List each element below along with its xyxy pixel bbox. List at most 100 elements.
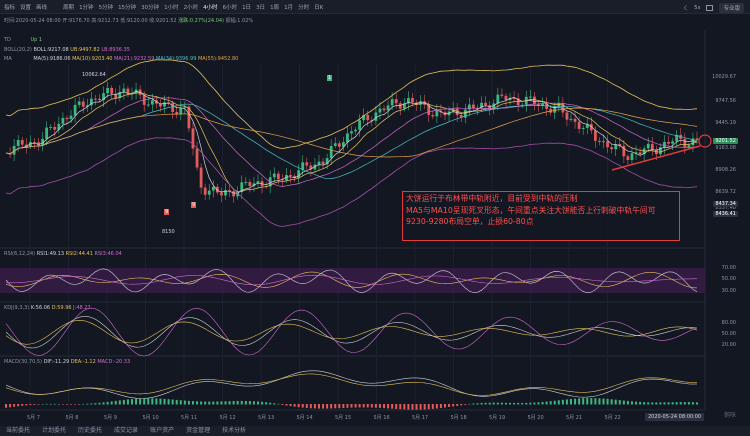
candle-body	[598, 140, 601, 142]
macd-histogram-bar	[269, 402, 272, 405]
macd-histogram-bar	[49, 403, 52, 405]
macd-histogram-bar	[65, 404, 68, 405]
macd-histogram-bar	[492, 402, 495, 405]
candle-body	[602, 141, 605, 143]
rsi-axis-50: 50.00	[721, 276, 736, 282]
macd-histogram-bar	[448, 404, 451, 407]
rsi-label[interactable]: RSI(6,12,24)	[4, 251, 35, 257]
macd-histogram-bar	[598, 398, 601, 405]
bottom-tab-3[interactable]: 成交记录	[114, 426, 138, 436]
macd-histogram-bar	[472, 403, 475, 405]
macd-info-row: MACD(30,70,5) DIF:-11.29 DEA:-1.12 MACD:…	[4, 359, 130, 365]
macd-histogram-bar	[187, 400, 190, 405]
macd-histogram-bar	[419, 404, 422, 410]
candle-body	[146, 104, 150, 106]
macd-dif-value: DIF:-11.29	[43, 359, 70, 365]
price-axis-label: 9163.08	[715, 145, 736, 151]
macd-histogram-bar	[208, 401, 211, 405]
macd-histogram-bar	[29, 404, 32, 406]
bottom-tab-2[interactable]: 历史委托	[78, 426, 102, 436]
macd-dea-value: DEA:-1.12	[70, 359, 96, 365]
td-low-marker-2: 9	[191, 202, 197, 208]
macd-histogram-bar	[683, 402, 686, 405]
candle-body	[472, 104, 475, 109]
candle-body	[687, 145, 691, 148]
macd-histogram-bar	[378, 404, 381, 408]
macd-histogram-bar	[439, 404, 442, 409]
bottom-tab-5[interactable]: 资金管理	[186, 426, 210, 436]
macd-histogram-bar	[159, 398, 162, 405]
macd-histogram-bar	[691, 402, 694, 405]
kdj-label[interactable]: KDJ(9,3,3)	[4, 305, 29, 311]
bottom-tab-1[interactable]: 计划委托	[42, 426, 66, 436]
kdj-info-row: KDJ(9,3,3) K:56.06 D:59.96 J:48.27	[4, 305, 91, 311]
macd-histogram-bar	[196, 401, 199, 405]
macd-histogram-bar	[277, 403, 280, 405]
macd-histogram-bar	[322, 404, 325, 409]
macd-histogram-bar	[90, 403, 93, 405]
macd-histogram-bar	[74, 404, 77, 405]
macd-histogram-bar	[557, 400, 560, 405]
candle-body	[98, 98, 101, 101]
macd-histogram-bar	[143, 398, 146, 405]
macd-macd-value: MACD:-20.33	[97, 359, 131, 365]
macd-histogram-bar	[403, 404, 406, 410]
macd-histogram-bar	[313, 404, 316, 409]
macd-histogram-bar	[537, 402, 540, 405]
time-axis-label: 5月 12	[219, 415, 236, 421]
price-axis-label: 8639.72	[715, 189, 736, 195]
macd-histogram-bar	[9, 404, 12, 408]
rsi1-value: RSI1:49.13	[36, 251, 65, 257]
candle-body	[394, 99, 398, 104]
candle-body	[484, 102, 488, 106]
candle-body	[354, 129, 357, 132]
td-up-marker: 1	[327, 75, 333, 81]
macd-dif-line	[5, 370, 698, 399]
macd-histogram-bar	[635, 401, 638, 405]
macd-histogram-bar	[407, 404, 410, 410]
macd-histogram-bar	[391, 404, 394, 409]
candle-body	[77, 101, 81, 105]
candle-body	[350, 131, 353, 134]
macd-histogram-bar	[667, 402, 670, 405]
candle-body	[297, 170, 301, 179]
time-axis-label: 5月 19	[489, 415, 506, 421]
macd-histogram-bar	[427, 404, 430, 410]
macd-histogram-bar	[513, 402, 516, 405]
bottom-tab-0[interactable]: 当前委托	[6, 426, 30, 436]
macd-histogram-bar	[366, 404, 369, 408]
macd-histogram-bar	[289, 404, 292, 407]
candle-body	[94, 98, 97, 100]
macd-histogram-bar	[582, 398, 585, 405]
macd-dea-line	[5, 373, 698, 396]
bottom-tab-4[interactable]: 账户资产	[150, 426, 174, 436]
candle-body	[650, 143, 654, 150]
time-axis-label: 5月 11	[181, 415, 198, 421]
macd-histogram-bar	[574, 398, 577, 405]
candle-body	[248, 181, 252, 187]
macd-label[interactable]: MACD(30,70,5)	[4, 359, 42, 365]
macd-histogram-bar	[346, 404, 349, 408]
high-label: 10062.64	[82, 72, 106, 78]
candle-body	[638, 152, 642, 155]
candle-body	[683, 138, 687, 148]
price-axis-label: 9445.19	[715, 120, 736, 126]
macd-histogram-bar	[236, 400, 239, 405]
candle-body	[171, 102, 175, 112]
macd-histogram-bar	[549, 401, 552, 405]
candle-body	[528, 96, 532, 98]
time-axis-label: 5月 7	[27, 415, 40, 421]
low-label: 8150	[162, 229, 175, 235]
candle-body	[455, 108, 459, 116]
rsi3-value: RSI3:46.04	[94, 251, 122, 257]
candle-body	[45, 127, 49, 139]
macd-histogram-bar	[248, 401, 251, 405]
bottom-tab-6[interactable]: 技术分析	[222, 426, 246, 436]
candle-body	[606, 141, 609, 148]
candle-body	[179, 107, 183, 115]
macd-histogram-bar	[179, 400, 182, 405]
macd-histogram-bar	[399, 404, 402, 410]
candle-body	[646, 143, 650, 149]
macd-histogram-bar	[61, 404, 64, 405]
macd-histogram-bar	[606, 398, 609, 405]
